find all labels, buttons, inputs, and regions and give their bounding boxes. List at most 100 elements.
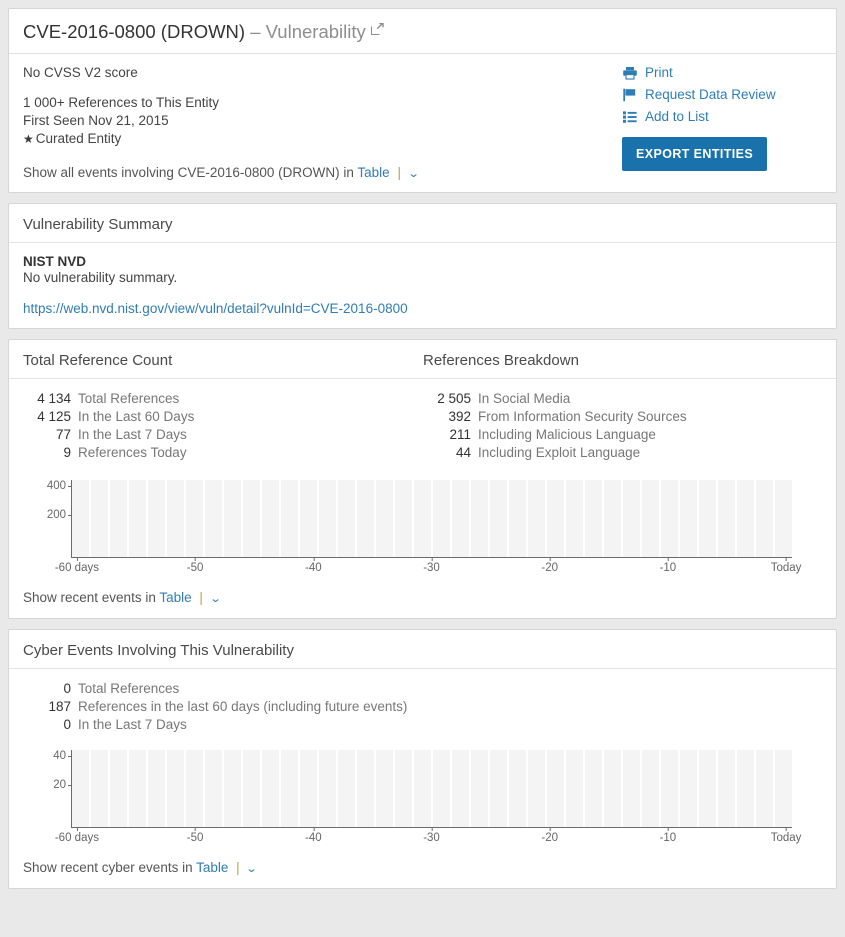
page-title: CVE-2016-0800 (DROWN) – Vulnerability — [9, 9, 836, 54]
x-axis-tick-label: -60 days — [55, 562, 99, 574]
show-all-events-row: Show all events involving CVE-2016-0800 … — [23, 165, 616, 180]
bar-series — [72, 480, 792, 557]
stat-label: References Today — [78, 444, 187, 462]
stat-value: 211 — [423, 426, 471, 444]
export-entities-button[interactable]: EXPORT ENTITIES — [622, 137, 767, 171]
stat-label: Including Exploit Language — [478, 444, 640, 462]
external-link-arrow-icon — [374, 23, 384, 32]
stat-value: 2 505 — [423, 390, 471, 408]
vulnerability-summary-title: Vulnerability Summary — [9, 204, 836, 243]
show-recent-cyber-events-row: Show recent cyber events in Table | ⌄ — [9, 850, 836, 888]
vulnerability-source-name: NIST NVD — [23, 254, 822, 269]
star-icon: ★ — [23, 130, 34, 148]
vulnerability-summary-panel: Vulnerability Summary NIST NVD No vulner… — [8, 203, 837, 329]
flag-icon — [622, 88, 638, 102]
entity-actions: Print Request Data Review — [616, 65, 822, 180]
x-axis-tick-label: -60 days — [55, 832, 99, 844]
cyber-events-panel: Cyber Events Involving This Vulnerabilit… — [8, 629, 837, 889]
first-seen: First Seen Nov 21, 2015 — [23, 112, 616, 130]
request-data-review-action[interactable]: Request Data Review — [622, 87, 822, 102]
show-recent-cyber-events-table-link[interactable]: Table — [196, 860, 228, 875]
total-reference-count-title: Total Reference Count — [23, 352, 423, 369]
stat-value: 392 — [423, 408, 471, 426]
printer-icon — [622, 66, 638, 80]
y-axis-tick-label: 400 — [47, 480, 72, 492]
x-axis-ticks: -60 days-50-40-30-20-10Today — [71, 559, 792, 576]
cyber-events-chart-wrap: 2040 -60 days-50-40-30-20-10Today — [9, 738, 836, 850]
x-axis-tick-label: -50 — [187, 562, 204, 574]
stat-row: 4 134 Total References — [23, 390, 423, 408]
stat-row: 0 Total References — [23, 680, 822, 698]
show-recent-cyber-events-pipe: | — [236, 860, 240, 875]
cyber-events-stats: 0 Total References 187 References in the… — [9, 669, 836, 738]
vulnerability-summary-body: NIST NVD No vulnerability summary. https… — [9, 243, 836, 328]
print-label: Print — [645, 65, 673, 80]
total-reference-count-list: 4 134 Total References 4 125 In the Last… — [23, 390, 423, 462]
show-recent-events-row: Show recent events in Table | ⌄ — [9, 580, 836, 618]
entity-name: CVE-2016-0800 (DROWN) — [23, 21, 245, 42]
bar-series — [72, 750, 792, 827]
request-data-review-label: Request Data Review — [645, 87, 776, 102]
reference-volume-chart-wrap: 200400 -60 days-50-40-30-20-10Today — [9, 468, 836, 580]
x-axis-tick-label: Today — [771, 832, 802, 844]
stat-row: 77 In the Last 7 Days — [23, 426, 423, 444]
plot-area: 200400 — [71, 480, 792, 558]
stat-value: 4 134 — [23, 390, 71, 408]
reference-count-stats: 4 134 Total References 4 125 In the Last… — [9, 379, 836, 468]
stat-label: References in the last 60 days (includin… — [78, 698, 407, 716]
add-to-list-label: Add to List — [645, 109, 709, 124]
entity-type: Vulnerability — [266, 21, 366, 42]
plot-area: 2040 — [71, 750, 792, 828]
entity-header-panel: CVE-2016-0800 (DROWN) – Vulnerability No… — [8, 8, 837, 193]
stat-value: 9 — [23, 444, 71, 462]
curated-entity: ★Curated Entity — [23, 130, 616, 148]
stat-label: From Information Security Sources — [478, 408, 687, 426]
x-axis-tick-label: -40 — [305, 832, 322, 844]
vulnerability-source-url[interactable]: https://web.nvd.nist.gov/view/vuln/detai… — [23, 301, 408, 316]
stat-row: 4 125 In the Last 60 Days — [23, 408, 423, 426]
show-all-events-table-link[interactable]: Table — [357, 165, 389, 180]
stat-value: 77 — [23, 426, 71, 444]
entity-facts: No CVSS V2 score 1 000+ References to Th… — [23, 65, 616, 180]
external-link-icon[interactable] — [371, 23, 384, 36]
references-breakdown-list: 2 505 In Social Media 392 From Informati… — [423, 390, 822, 462]
show-recent-cyber-events-chevron-down-icon[interactable]: ⌄ — [246, 862, 258, 875]
reference-count-panel: Total Reference Count References Breakdo… — [8, 339, 837, 619]
x-axis-tick-label: -20 — [541, 562, 558, 574]
stat-row: 2 505 In Social Media — [423, 390, 822, 408]
y-axis-tick-label: 200 — [47, 509, 72, 521]
stat-label: In Social Media — [478, 390, 570, 408]
show-recent-events-table-link[interactable]: Table — [159, 590, 191, 605]
stat-row: 187 References in the last 60 days (incl… — [23, 698, 822, 716]
y-axis-tick-label: 20 — [53, 779, 72, 791]
stat-row: 211 Including Malicious Language — [423, 426, 822, 444]
stat-row: 9 References Today — [23, 444, 423, 462]
show-all-events-pipe: | — [397, 165, 401, 180]
references-breakdown-title: References Breakdown — [423, 352, 822, 369]
stat-label: In the Last 7 Days — [78, 426, 187, 444]
entity-header-body: No CVSS V2 score 1 000+ References to Th… — [9, 54, 836, 192]
add-to-list-action[interactable]: Add to List — [622, 109, 822, 124]
reference-total: 1 000+ References to This Entity — [23, 94, 616, 112]
show-all-events-chevron-down-icon[interactable]: ⌄ — [407, 167, 419, 180]
stat-label: In the Last 60 Days — [78, 408, 194, 426]
x-axis-tick-label: -30 — [423, 832, 440, 844]
stat-value: 187 — [23, 698, 71, 716]
cvss-score: No CVSS V2 score — [23, 65, 616, 80]
show-all-events-prefix: Show all events involving CVE-2016-0800 … — [23, 165, 354, 180]
reference-volume-chart[interactable]: 200400 -60 days-50-40-30-20-10Today — [23, 480, 822, 576]
show-recent-events-prefix: Show recent events in — [23, 590, 156, 605]
stat-label: Total References — [78, 390, 179, 408]
x-axis-tick-label: -50 — [187, 832, 204, 844]
list-icon — [622, 110, 638, 124]
stat-value: 44 — [423, 444, 471, 462]
x-axis-tick-label: -40 — [305, 562, 322, 574]
cyber-events-title: Cyber Events Involving This Vulnerabilit… — [9, 630, 836, 669]
show-recent-cyber-events-prefix: Show recent cyber events in — [23, 860, 193, 875]
stat-label: Total References — [78, 680, 179, 698]
print-action[interactable]: Print — [622, 65, 822, 80]
stat-row: 392 From Information Security Sources — [423, 408, 822, 426]
cyber-events-chart[interactable]: 2040 -60 days-50-40-30-20-10Today — [23, 750, 822, 846]
show-recent-events-chevron-down-icon[interactable]: ⌄ — [209, 592, 221, 605]
x-axis-tick-label: -20 — [541, 832, 558, 844]
